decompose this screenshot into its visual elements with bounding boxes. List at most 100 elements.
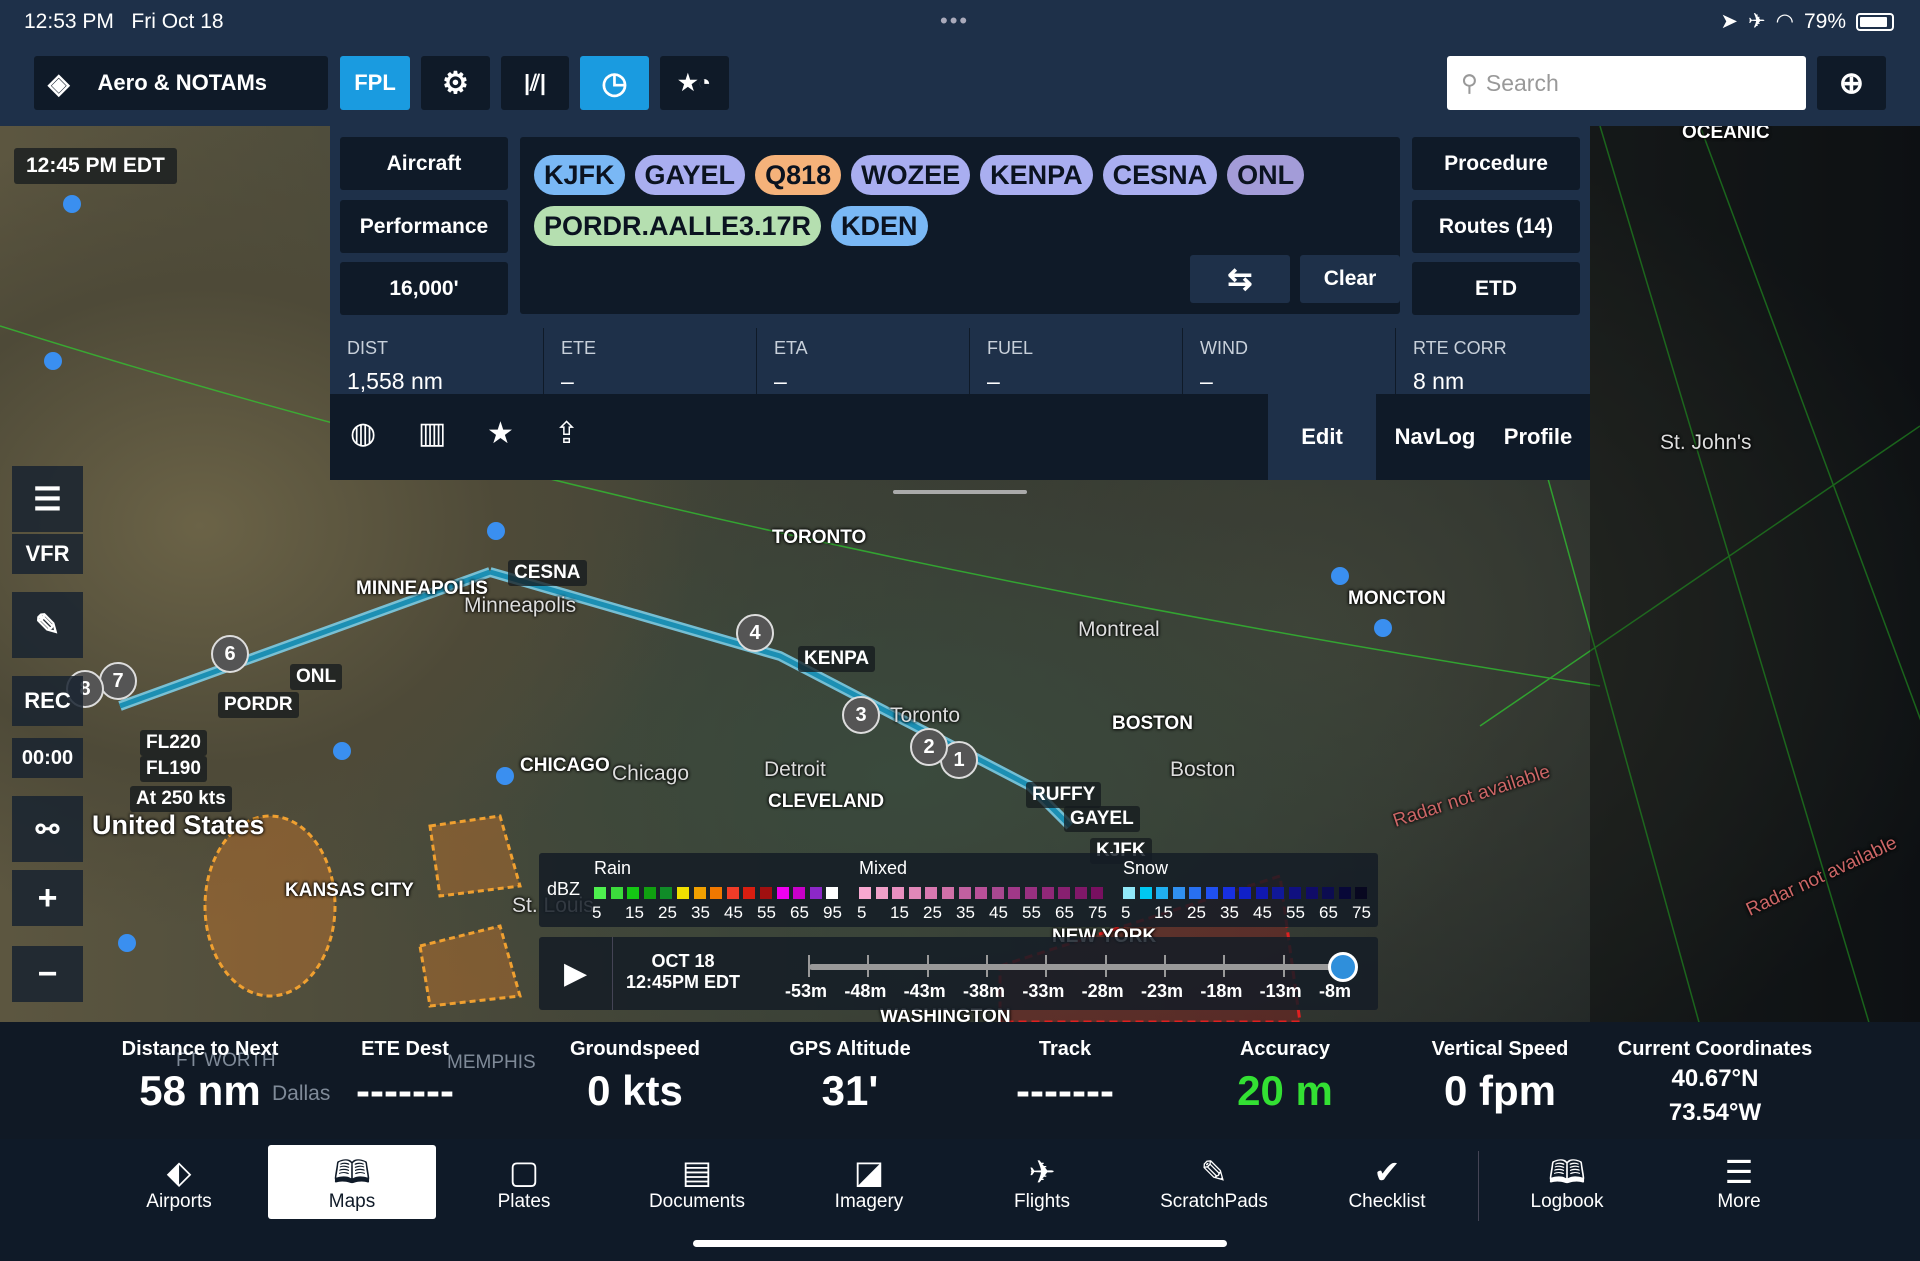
navlog-button[interactable]: NavLog xyxy=(1380,394,1490,480)
instrument-button[interactable]: |⫽| xyxy=(501,56,569,110)
info-label: Track xyxy=(1038,1038,1092,1060)
fpl-button[interactable]: FPL xyxy=(340,56,410,110)
snow-swatch xyxy=(1156,887,1169,899)
search-input[interactable]: ⚲ Search xyxy=(1447,56,1806,110)
waypoint-label[interactable]: KENPA xyxy=(798,646,876,672)
home-indicator[interactable] xyxy=(693,1240,1227,1247)
favorites-recent-button[interactable]: ★◔ xyxy=(660,56,729,110)
tab-airports[interactable]: ⬖ Airports xyxy=(95,1145,263,1219)
routes-button[interactable]: Routes (14) xyxy=(1412,200,1580,253)
leg-number[interactable]: 3 xyxy=(842,696,880,734)
waypoint-label[interactable]: GAYEL xyxy=(1064,806,1140,832)
waypoint-label[interactable]: PORDR xyxy=(218,692,299,718)
profile-button[interactable]: Profile xyxy=(1490,394,1586,480)
scratchpads-icon: ✎ xyxy=(1200,1154,1228,1190)
info-groundspeed[interactable]: Groundspeed 0 kts xyxy=(530,1038,740,1115)
tab-imagery[interactable]: ◪ Imagery xyxy=(785,1145,953,1219)
info-accuracy[interactable]: Accuracy 20 m xyxy=(1180,1038,1390,1115)
info-label: Accuracy xyxy=(1239,1038,1331,1060)
legend-unit: dBZ xyxy=(547,879,581,899)
status-date: Fri Oct 18 xyxy=(131,9,224,33)
waypoint-label[interactable]: CESNA xyxy=(508,560,587,586)
waypoint-label[interactable]: ONL xyxy=(290,664,343,690)
tab-logbook[interactable]: 🕮 Logbook xyxy=(1483,1145,1651,1219)
layers-button[interactable]: ◈ Aero & NOTAMs xyxy=(34,56,328,110)
aircraft-button[interactable]: Aircraft xyxy=(340,137,508,190)
timeline-slider[interactable] xyxy=(809,964,1343,970)
info-ete-dest[interactable]: ETE Dest ------- xyxy=(300,1038,510,1115)
draw-button[interactable]: ✎ xyxy=(12,592,83,658)
snow-tick: 35 xyxy=(1220,903,1239,922)
play-button[interactable]: ▶ xyxy=(539,937,613,1010)
route-chip[interactable]: WOZEE xyxy=(851,155,971,195)
info-value: 73.54°W xyxy=(1668,1099,1762,1126)
performance-button[interactable]: Performance xyxy=(340,200,508,253)
leg-number[interactable]: 6 xyxy=(211,635,249,673)
radar-legend: dBZ Rain Mixed Snow 5 15 25 35 45 55 65 95 5 15 25… xyxy=(539,853,1378,927)
vfr-button[interactable]: VFR xyxy=(12,534,83,574)
info-current-coordinates[interactable]: Current Coordinates 40.67°N 73.54°W xyxy=(1610,1038,1820,1127)
map-settings-button[interactable]: ☰ xyxy=(12,466,83,532)
waypoint-label[interactable]: RUFFY xyxy=(1026,782,1102,808)
route-chip[interactable]: PORDR.AALLE3.17R xyxy=(534,206,822,246)
map-label: Chicago xyxy=(612,762,690,785)
multitask-dots[interactable]: ••• xyxy=(940,8,969,34)
info-vertical-speed[interactable]: Vertical Speed 0 fpm xyxy=(1395,1038,1605,1115)
globe-icon[interactable]: ◍ xyxy=(350,416,376,451)
route-chip[interactable]: GAYEL xyxy=(634,155,746,195)
procedure-button[interactable]: Procedure xyxy=(1412,137,1580,190)
timeline-date: OCT 18 xyxy=(651,951,715,971)
info-track[interactable]: Track ------- xyxy=(960,1038,1170,1115)
rain-swatch xyxy=(693,887,706,899)
timeline-tick-mark xyxy=(926,955,929,977)
route-editor[interactable]: KJFK GAYEL Q818 WOZEE KENPA CESNA ONL PORDR.AA… xyxy=(520,137,1400,314)
tab-plates[interactable]: ▢ Plates xyxy=(440,1145,608,1219)
zoom-in-button[interactable]: + xyxy=(12,870,83,926)
info-gps-altitude[interactable]: GPS Altitude 31' xyxy=(745,1038,955,1115)
altitude-button[interactable]: 16,000' xyxy=(340,262,508,315)
zoom-out-button[interactable]: − xyxy=(12,946,83,1002)
map-label: MONCTON xyxy=(1348,588,1446,609)
snow-tick: 15 xyxy=(1154,903,1173,922)
flight-plan-panel: Aircraft Performance 16,000' KJFK GAYEL Q8… xyxy=(330,126,1590,494)
route-button[interactable]: ⚯ xyxy=(12,796,83,862)
rain-swatch xyxy=(660,887,673,899)
timeline-slider-thumb[interactable] xyxy=(1328,952,1358,982)
leg-number[interactable]: 4 xyxy=(736,614,774,652)
tab-flights[interactable]: ✈ Flights xyxy=(958,1145,1126,1219)
panel-drag-handle[interactable] xyxy=(893,490,1027,494)
settings-button[interactable]: ⚙ xyxy=(421,56,490,110)
tab-documents[interactable]: ▤ Documents xyxy=(613,1145,781,1219)
record-button[interactable]: REC xyxy=(12,676,83,726)
route-chip[interactable]: CESNA xyxy=(1102,155,1218,195)
route-chip[interactable]: KENPA xyxy=(980,155,1093,195)
instrument-bar: FT WORTH Dallas MEMPHIS Distance to Next… xyxy=(0,1022,1920,1139)
tab-more[interactable]: ☰ More xyxy=(1655,1145,1823,1219)
info-distance-to-next[interactable]: Distance to Next 58 nm xyxy=(95,1038,305,1115)
tab-maps[interactable]: 🕮 Maps xyxy=(268,1145,436,1219)
gauge-button[interactable]: ◷ xyxy=(580,56,649,110)
etd-button[interactable]: ETD xyxy=(1412,262,1580,315)
leg-number[interactable]: 2 xyxy=(910,728,948,766)
share-icon[interactable]: ⇪ xyxy=(554,416,579,451)
snow-swatch xyxy=(1355,887,1368,899)
timeline-tick: -43m xyxy=(903,981,946,1001)
reverse-route-button[interactable]: ⇆ xyxy=(1190,255,1290,303)
leg-number[interactable]: 7 xyxy=(99,662,137,700)
route-chip[interactable]: KDEN xyxy=(831,206,928,246)
clear-button[interactable]: Clear xyxy=(1300,255,1400,303)
mixed-swatch xyxy=(1025,887,1037,899)
info-value: 0 fpm xyxy=(1443,1067,1556,1114)
rain-tick: 15 xyxy=(625,903,644,922)
tab-scratchpads[interactable]: ✎ ScratchPads xyxy=(1130,1145,1298,1219)
locate-button[interactable]: ⊕ xyxy=(1817,56,1886,110)
star-icon[interactable]: ★ xyxy=(487,416,514,451)
route-chip[interactable]: ONL xyxy=(1227,155,1305,195)
route-chip[interactable]: KJFK xyxy=(534,155,625,195)
edit-button[interactable]: Edit xyxy=(1268,394,1376,480)
briefcase-icon[interactable]: ▥ xyxy=(418,416,446,451)
tab-checklist[interactable]: ✔ Checklist xyxy=(1303,1145,1471,1219)
route-chip[interactable]: Q818 xyxy=(755,155,842,195)
wifi-icon: ◠ xyxy=(1775,10,1794,33)
timeline-tick: -48m xyxy=(844,981,887,1001)
